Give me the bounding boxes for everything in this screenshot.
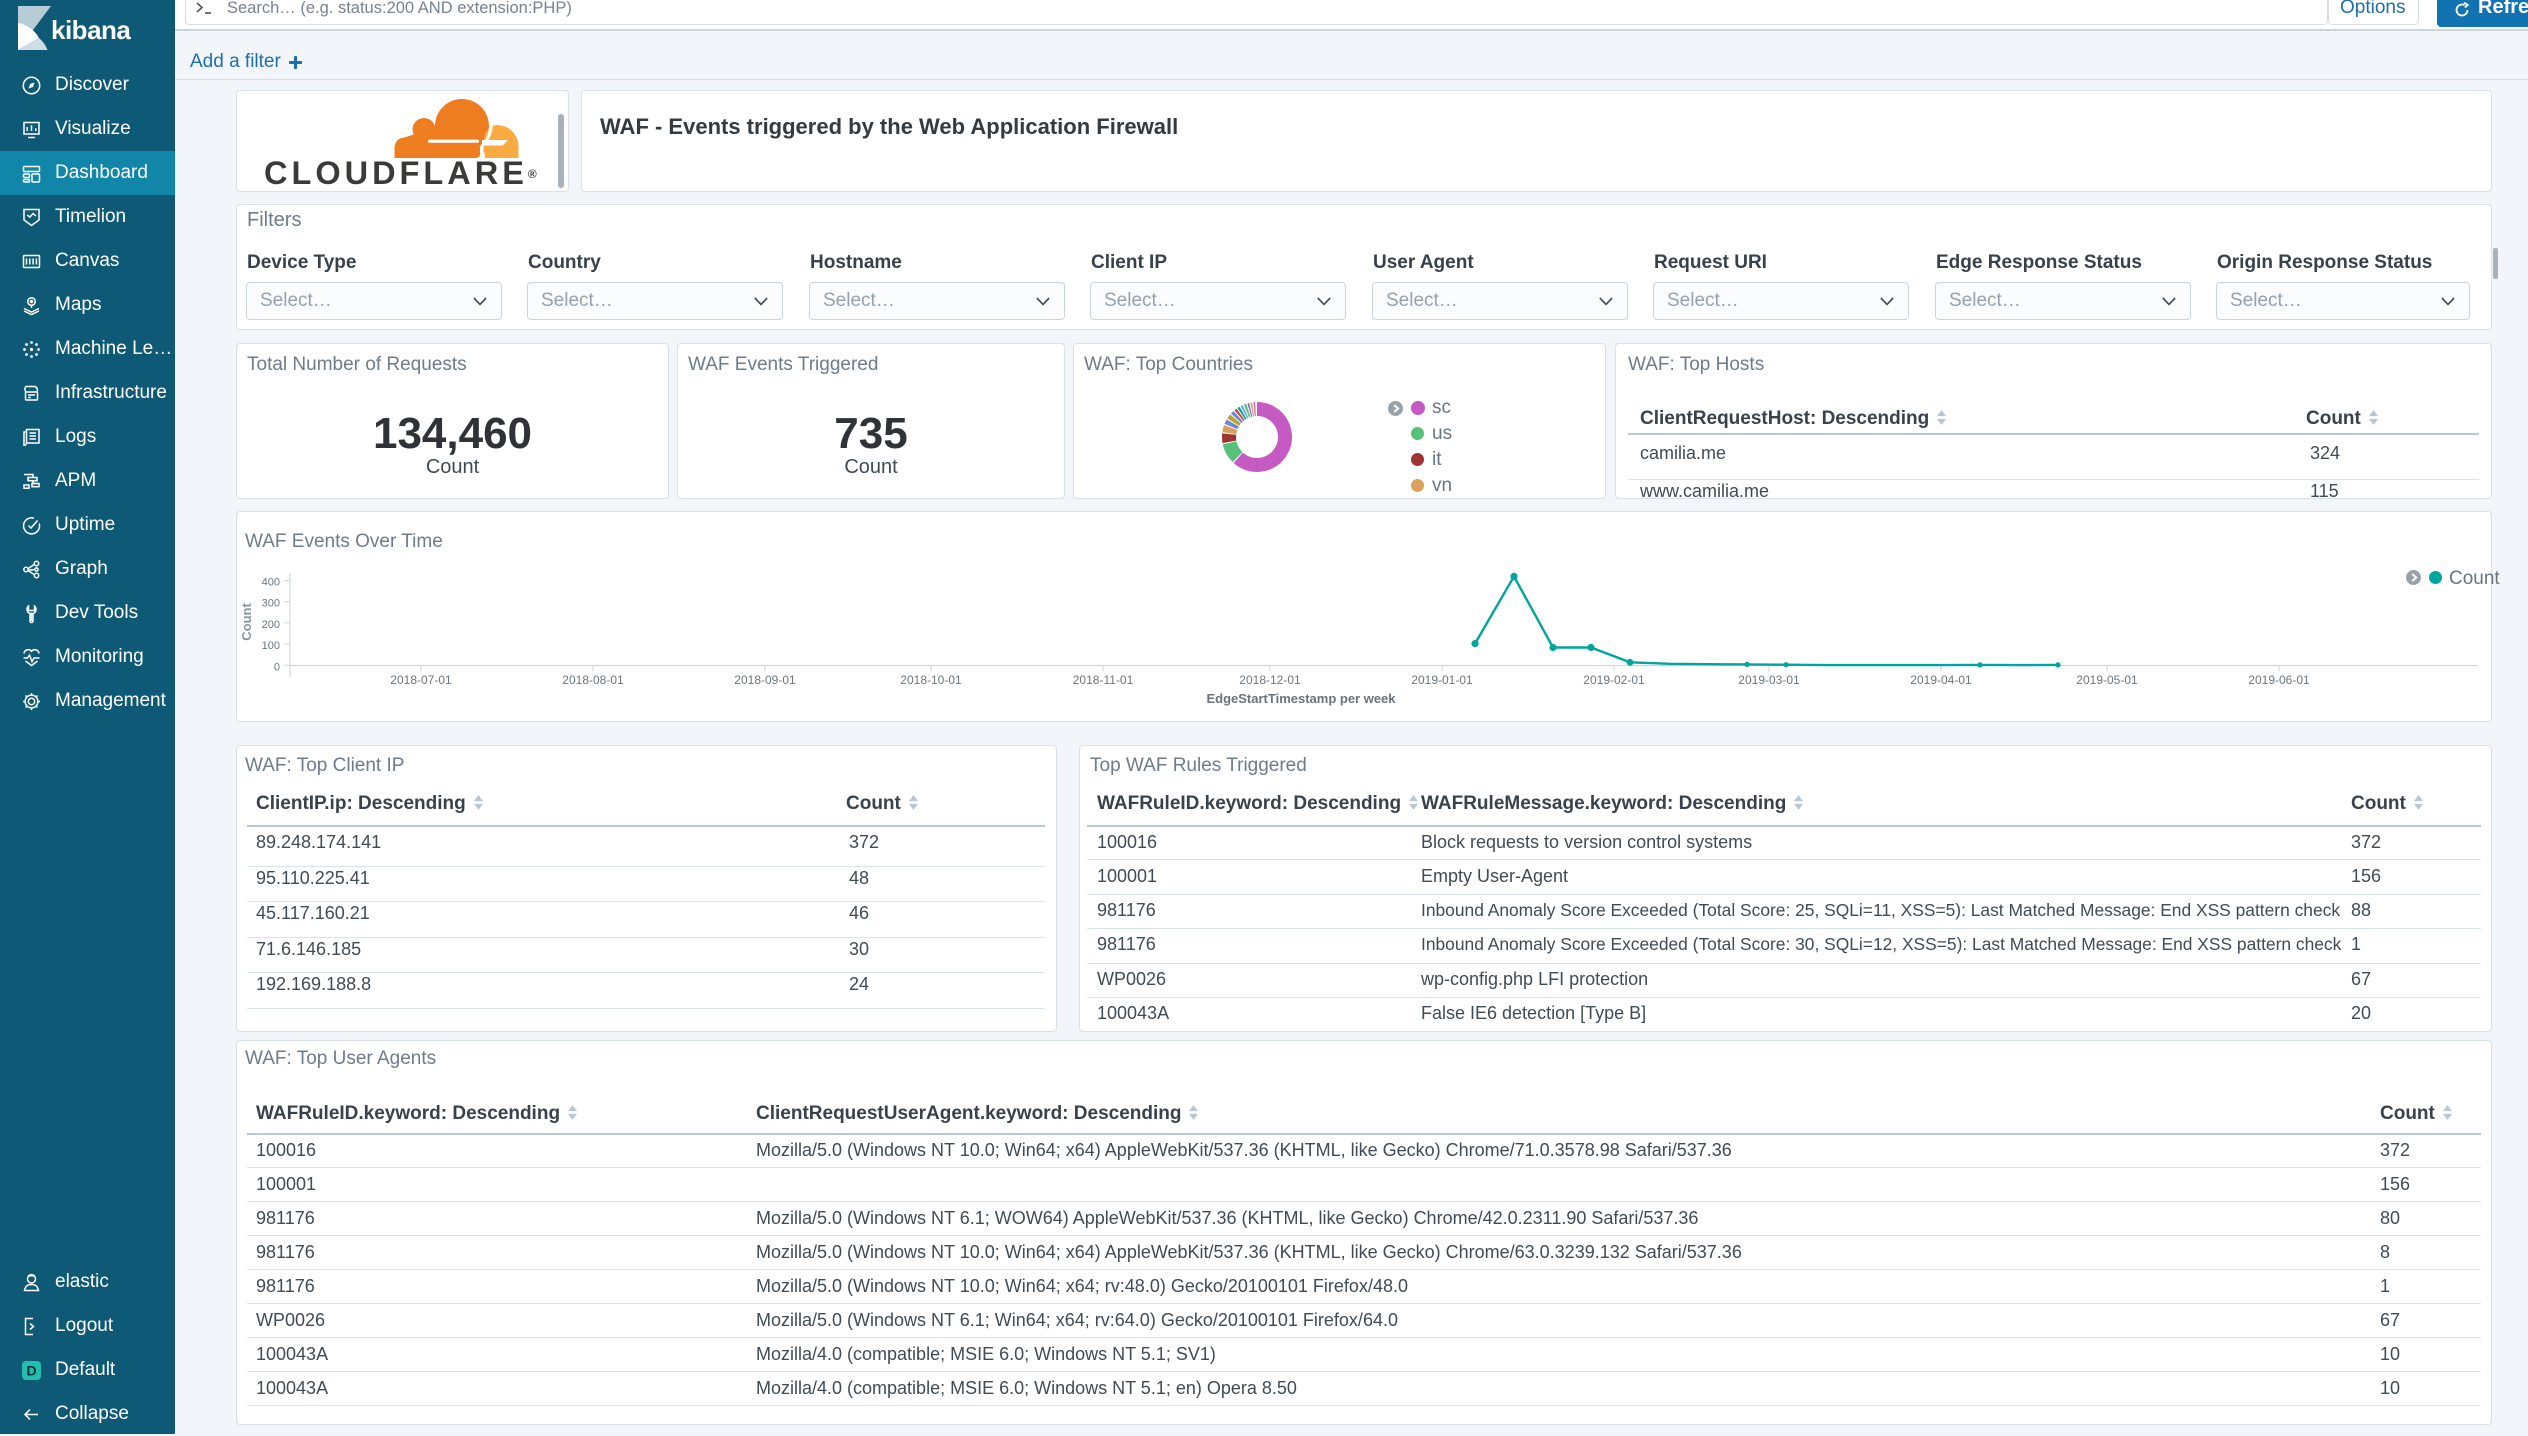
svg-text:2019-03-01: 2019-03-01 [1738, 673, 1800, 687]
svg-text:EdgeStartTimestamp per week: EdgeStartTimestamp per week [1206, 691, 1396, 706]
svg-text:2019-05-01: 2019-05-01 [2076, 673, 2138, 687]
svg-text:2018-11-01: 2018-11-01 [1073, 673, 1134, 687]
svg-text:2018-10-01: 2018-10-01 [900, 673, 962, 687]
svg-text:2019-01-01: 2019-01-01 [1411, 673, 1473, 687]
svg-text:2018-09-01: 2018-09-01 [734, 673, 796, 687]
svg-text:2019-02-01: 2019-02-01 [1583, 673, 1645, 687]
svg-text:2018-07-01: 2018-07-01 [390, 673, 452, 687]
svg-text:D: D [26, 1362, 36, 1378]
svg-text:2019-06-01: 2019-06-01 [2248, 673, 2310, 687]
svg-text:2019-04-01: 2019-04-01 [1910, 673, 1972, 687]
svg-text:100: 100 [262, 640, 280, 652]
svg-text:0: 0 [274, 661, 280, 673]
svg-text:200: 200 [262, 619, 280, 631]
svg-text:400: 400 [262, 577, 280, 589]
svg-text:2018-08-01: 2018-08-01 [562, 673, 624, 687]
svg-text:Count: Count [239, 603, 254, 641]
svg-text:300: 300 [262, 598, 280, 610]
svg-text:2018-12-01: 2018-12-01 [1239, 673, 1301, 687]
